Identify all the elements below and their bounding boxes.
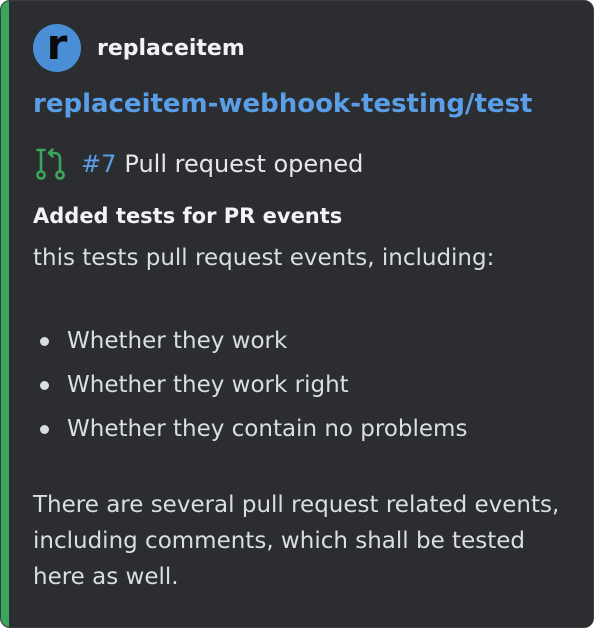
list-item-text: Whether they contain no problems: [67, 416, 468, 442]
list-item: Whether they work: [33, 319, 467, 363]
list-item: Whether they contain no problems: [33, 407, 467, 451]
pr-description-closing: There are several pull request related e…: [33, 492, 560, 590]
bullet-icon: [40, 380, 49, 390]
pr-description: this tests pull request events, includin…: [33, 241, 563, 275]
embed-accent-bar: [1, 1, 9, 627]
author-name[interactable]: replaceitem: [97, 36, 245, 61]
bullet-icon: [40, 336, 49, 346]
avatar-letter: r: [46, 24, 68, 69]
bullet-icon: [40, 424, 49, 434]
pr-bullet-list: Whether they work Whether they work righ…: [33, 319, 467, 451]
event-line: #7 Pull request opened: [33, 146, 363, 182]
pr-title: Added tests for PR events: [33, 204, 343, 228]
repo-title-link[interactable]: replaceitem-webhook-testing/test: [33, 89, 532, 119]
webhook-embed: r replaceitem replaceitem-webhook-testin…: [0, 0, 594, 628]
list-item: Whether they work right: [33, 363, 467, 407]
author-avatar[interactable]: r: [33, 24, 81, 72]
pull-request-icon: [36, 148, 65, 180]
embed-author[interactable]: r replaceitem: [33, 23, 245, 73]
list-item-text: Whether they work: [67, 328, 288, 354]
pr-number-link[interactable]: #7: [81, 150, 116, 178]
pr-event-label: Pull request opened: [124, 150, 364, 178]
list-item-text: Whether they work right: [67, 372, 349, 398]
pr-description-intro: this tests pull request events, includin…: [33, 245, 495, 271]
